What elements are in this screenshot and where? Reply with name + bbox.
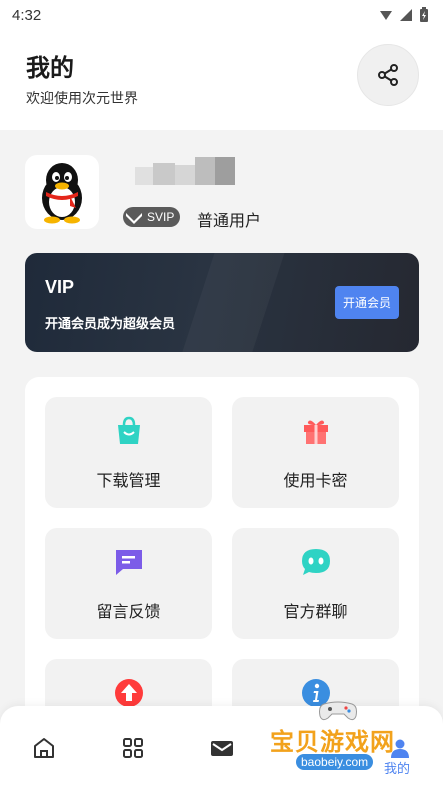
- cellular-icon: [400, 9, 412, 21]
- status-icons: [379, 7, 429, 23]
- share-button[interactable]: [357, 44, 419, 106]
- watermark-title: 宝贝游戏网: [270, 728, 395, 756]
- status-time: 4:32: [12, 6, 42, 24]
- menu-item-download-manager[interactable]: 下载管理: [45, 397, 212, 508]
- qq-penguin-icon: [42, 163, 82, 224]
- svip-badge-label: SVIP: [147, 210, 175, 224]
- menu-item-label: 官方群聊: [283, 602, 348, 621]
- upload-icon: [115, 679, 143, 707]
- share-icon: [378, 64, 398, 86]
- home-icon: [34, 738, 54, 758]
- avatar[interactable]: [25, 155, 99, 229]
- profile-section: SVIP 普通用户: [25, 155, 425, 235]
- open-membership-button[interactable]: 开通会员: [335, 286, 399, 319]
- username-blurred: [135, 157, 235, 185]
- message-icon: [116, 550, 142, 575]
- status-bar: 4:32: [0, 0, 443, 30]
- header: 我的 欢迎使用次元世界: [0, 30, 443, 130]
- nav-apps[interactable]: [119, 734, 147, 762]
- vip-title: VIP: [45, 277, 75, 297]
- page-subtitle: 欢迎使用次元世界: [26, 91, 138, 107]
- vip-card[interactable]: VIP 开通会员成为超级会员 开通会员: [25, 253, 419, 352]
- menu-item-redeem-card[interactable]: 使用卡密: [232, 397, 399, 508]
- watermark: 宝贝游戏网 baobeiy.com: [262, 700, 422, 782]
- apps-grid-icon: [123, 738, 143, 758]
- signal-icon: [380, 11, 392, 20]
- chevron-crown-icon: [126, 213, 142, 224]
- menu-item-official-group[interactable]: 官方群聊: [232, 528, 399, 639]
- page-title: 我的: [26, 54, 74, 82]
- nav-home[interactable]: [30, 734, 58, 762]
- menu-item-label: 使用卡密: [283, 471, 348, 490]
- chat-face-icon: [302, 549, 330, 575]
- gift-icon: [304, 420, 328, 444]
- battery-icon: [420, 7, 428, 22]
- gamepad-icon: [319, 701, 357, 721]
- menu-item-label: 下载管理: [96, 471, 161, 490]
- watermark-url: baobeiy.com: [296, 754, 374, 770]
- mail-icon: [211, 741, 233, 756]
- vip-description: 开通会员成为超级会员: [45, 317, 176, 332]
- menu-item-label: 留言反馈: [96, 602, 161, 621]
- user-level: 普通用户: [197, 211, 262, 230]
- nav-messages[interactable]: [208, 734, 236, 762]
- svip-badge: SVIP: [123, 207, 181, 227]
- shopping-bag-icon: [118, 416, 140, 444]
- menu-item-feedback[interactable]: 留言反馈: [45, 528, 212, 639]
